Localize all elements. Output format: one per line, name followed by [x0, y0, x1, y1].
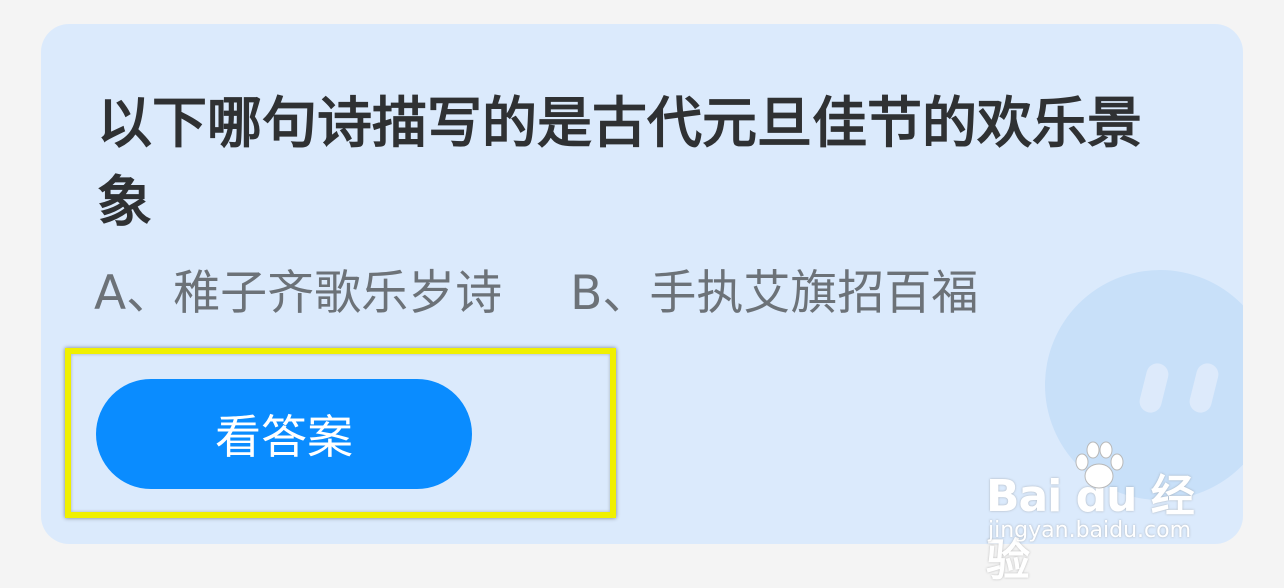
question-title: 以下哪句诗描写的是古代元旦佳节的欢乐景象	[97, 91, 1143, 234]
mascot-eye-left	[1137, 361, 1171, 415]
option-a: A、稚子齐歌乐岁诗	[94, 266, 503, 321]
option-b: B、手执艾旗招百福	[570, 266, 979, 321]
view-answer-button[interactable]: 看答案	[96, 379, 472, 489]
watermark-url: jingyan.baidu.com	[988, 518, 1192, 543]
baidu-paw-icon	[1075, 441, 1124, 489]
options-row: A、稚子齐歌乐岁诗 B、手执艾旗招百福	[94, 254, 978, 323]
baidu-jingyan-watermark: Bai du 经验 jingyan.baidu.com	[980, 440, 1220, 586]
mascot-eye-right	[1187, 361, 1221, 415]
